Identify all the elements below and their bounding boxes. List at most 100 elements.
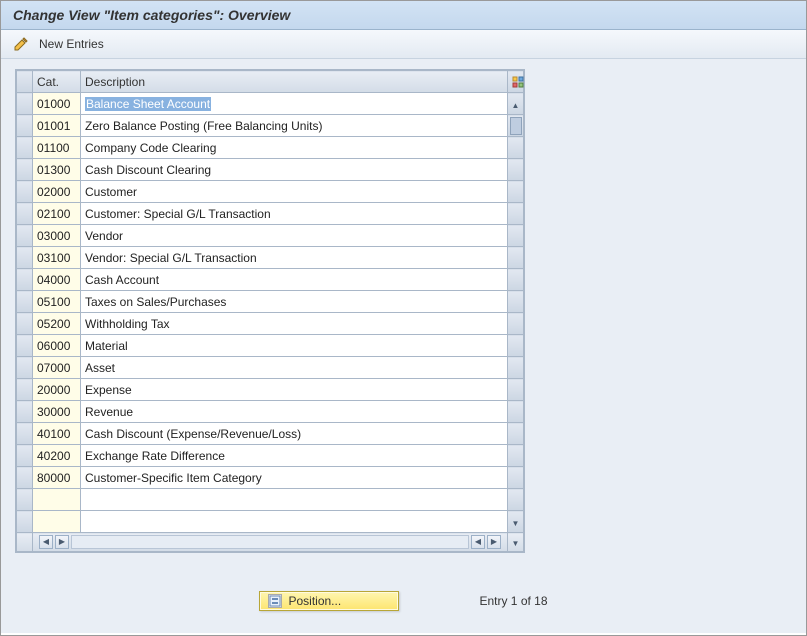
table-row[interactable]: 06000Material <box>17 335 524 357</box>
table-row[interactable]: 02100Customer: Special G/L Transaction <box>17 203 524 225</box>
table-row[interactable]: 40200Exchange Rate Difference <box>17 445 524 467</box>
table-row[interactable]: 01001Zero Balance Posting (Free Balancin… <box>17 115 524 137</box>
cell-category[interactable]: 01001 <box>33 115 81 137</box>
hscroll-left-icon[interactable]: ◀ <box>39 535 53 549</box>
row-selector[interactable] <box>17 93 33 115</box>
cell-description[interactable] <box>81 511 508 533</box>
table-row[interactable]: 20000Expense <box>17 379 524 401</box>
cell-category[interactable]: 40200 <box>33 445 81 467</box>
cell-description[interactable]: Customer-Specific Item Category <box>81 467 508 489</box>
cell-description[interactable]: Balance Sheet Account <box>81 93 508 115</box>
table-row[interactable]: 01000Balance Sheet Account▲ <box>17 93 524 115</box>
table-row[interactable]: 40100Cash Discount (Expense/Revenue/Loss… <box>17 423 524 445</box>
row-selector[interactable] <box>17 379 33 401</box>
cell-description[interactable]: Vendor: Special G/L Transaction <box>81 247 508 269</box>
cell-category[interactable] <box>33 489 81 511</box>
cell-category[interactable]: 04000 <box>33 269 81 291</box>
table-row[interactable]: 05200Withholding Tax <box>17 313 524 335</box>
row-selector[interactable] <box>17 203 33 225</box>
row-selector[interactable] <box>17 445 33 467</box>
row-selector[interactable] <box>17 137 33 159</box>
cell-description[interactable]: Vendor <box>81 225 508 247</box>
hscroll-track[interactable] <box>71 535 469 549</box>
table-row[interactable]: 80000Customer-Specific Item Category <box>17 467 524 489</box>
cell-description[interactable] <box>81 489 508 511</box>
cell-category[interactable]: 03000 <box>33 225 81 247</box>
horizontal-scrollbar[interactable]: ◀ ▶ ◀ ▶ <box>33 533 508 552</box>
row-selector[interactable] <box>17 313 33 335</box>
vscroll-track[interactable] <box>508 313 524 335</box>
vscroll-track[interactable] <box>508 247 524 269</box>
vscroll-up-icon[interactable]: ▲ <box>508 93 524 115</box>
cell-description[interactable]: Revenue <box>81 401 508 423</box>
vscroll-track[interactable] <box>508 137 524 159</box>
table-row[interactable]: 03100Vendor: Special G/L Transaction <box>17 247 524 269</box>
cell-description[interactable]: Company Code Clearing <box>81 137 508 159</box>
vscroll-track[interactable] <box>508 489 524 511</box>
row-selector[interactable] <box>17 423 33 445</box>
vscroll-track[interactable] <box>508 379 524 401</box>
vscroll-track[interactable] <box>508 269 524 291</box>
vscroll-track[interactable] <box>508 203 524 225</box>
cell-description[interactable]: Zero Balance Posting (Free Balancing Uni… <box>81 115 508 137</box>
cell-category[interactable]: 01300 <box>33 159 81 181</box>
position-button[interactable]: Position... <box>259 591 399 611</box>
row-selector[interactable] <box>17 159 33 181</box>
cell-description[interactable]: Asset <box>81 357 508 379</box>
cell-category[interactable] <box>33 511 81 533</box>
table-row[interactable]: 01100Company Code Clearing <box>17 137 524 159</box>
row-selector[interactable] <box>17 511 33 533</box>
cell-description[interactable]: Expense <box>81 379 508 401</box>
cell-description[interactable]: Cash Account <box>81 269 508 291</box>
row-selector[interactable] <box>17 335 33 357</box>
row-selector[interactable] <box>17 467 33 489</box>
cell-category[interactable]: 05100 <box>33 291 81 313</box>
vscroll-track[interactable] <box>508 181 524 203</box>
cell-description[interactable]: Cash Discount (Expense/Revenue/Loss) <box>81 423 508 445</box>
cell-category[interactable]: 01100 <box>33 137 81 159</box>
vscroll-track[interactable] <box>508 159 524 181</box>
new-entries-button[interactable]: New Entries <box>39 37 104 51</box>
cell-category[interactable]: 07000 <box>33 357 81 379</box>
row-selector[interactable] <box>17 357 33 379</box>
row-selector[interactable] <box>17 291 33 313</box>
cell-category[interactable]: 05200 <box>33 313 81 335</box>
row-selector[interactable] <box>17 115 33 137</box>
row-selector[interactable] <box>17 181 33 203</box>
column-header-description[interactable]: Description <box>81 71 508 93</box>
vscroll-thumb[interactable] <box>508 115 524 137</box>
cell-description[interactable]: Withholding Tax <box>81 313 508 335</box>
vscroll-track[interactable] <box>508 225 524 247</box>
row-selector[interactable] <box>17 269 33 291</box>
vscroll-down-icon[interactable]: ▼ <box>508 533 524 552</box>
vscroll-track[interactable] <box>508 445 524 467</box>
hscroll-right-icon[interactable]: ▶ <box>487 535 501 549</box>
select-all-header[interactable] <box>17 71 33 93</box>
cell-category[interactable]: 80000 <box>33 467 81 489</box>
table-row[interactable] <box>17 489 524 511</box>
table-row[interactable]: 03000Vendor <box>17 225 524 247</box>
edit-icon[interactable] <box>13 36 29 52</box>
table-row[interactable]: 04000Cash Account <box>17 269 524 291</box>
hscroll-right2-icon[interactable]: ◀ <box>471 535 485 549</box>
column-header-cat[interactable]: Cat. <box>33 71 81 93</box>
table-row[interactable]: 30000Revenue <box>17 401 524 423</box>
cell-category[interactable]: 30000 <box>33 401 81 423</box>
vscroll-track[interactable] <box>508 335 524 357</box>
cell-description[interactable]: Material <box>81 335 508 357</box>
table-settings-icon[interactable] <box>508 71 524 93</box>
vscroll-track[interactable] <box>508 423 524 445</box>
cell-description[interactable]: Customer <box>81 181 508 203</box>
row-selector[interactable] <box>17 225 33 247</box>
row-selector[interactable] <box>17 401 33 423</box>
hscroll-left2-icon[interactable]: ▶ <box>55 535 69 549</box>
cell-category[interactable]: 02000 <box>33 181 81 203</box>
cell-category[interactable]: 40100 <box>33 423 81 445</box>
row-selector[interactable] <box>17 247 33 269</box>
cell-description[interactable]: Taxes on Sales/Purchases <box>81 291 508 313</box>
table-row[interactable]: 07000Asset <box>17 357 524 379</box>
cell-category[interactable]: 01000 <box>33 93 81 115</box>
table-row[interactable]: 02000Customer <box>17 181 524 203</box>
cell-category[interactable]: 06000 <box>33 335 81 357</box>
vscroll-down-spacer[interactable]: ▼ <box>508 511 524 533</box>
